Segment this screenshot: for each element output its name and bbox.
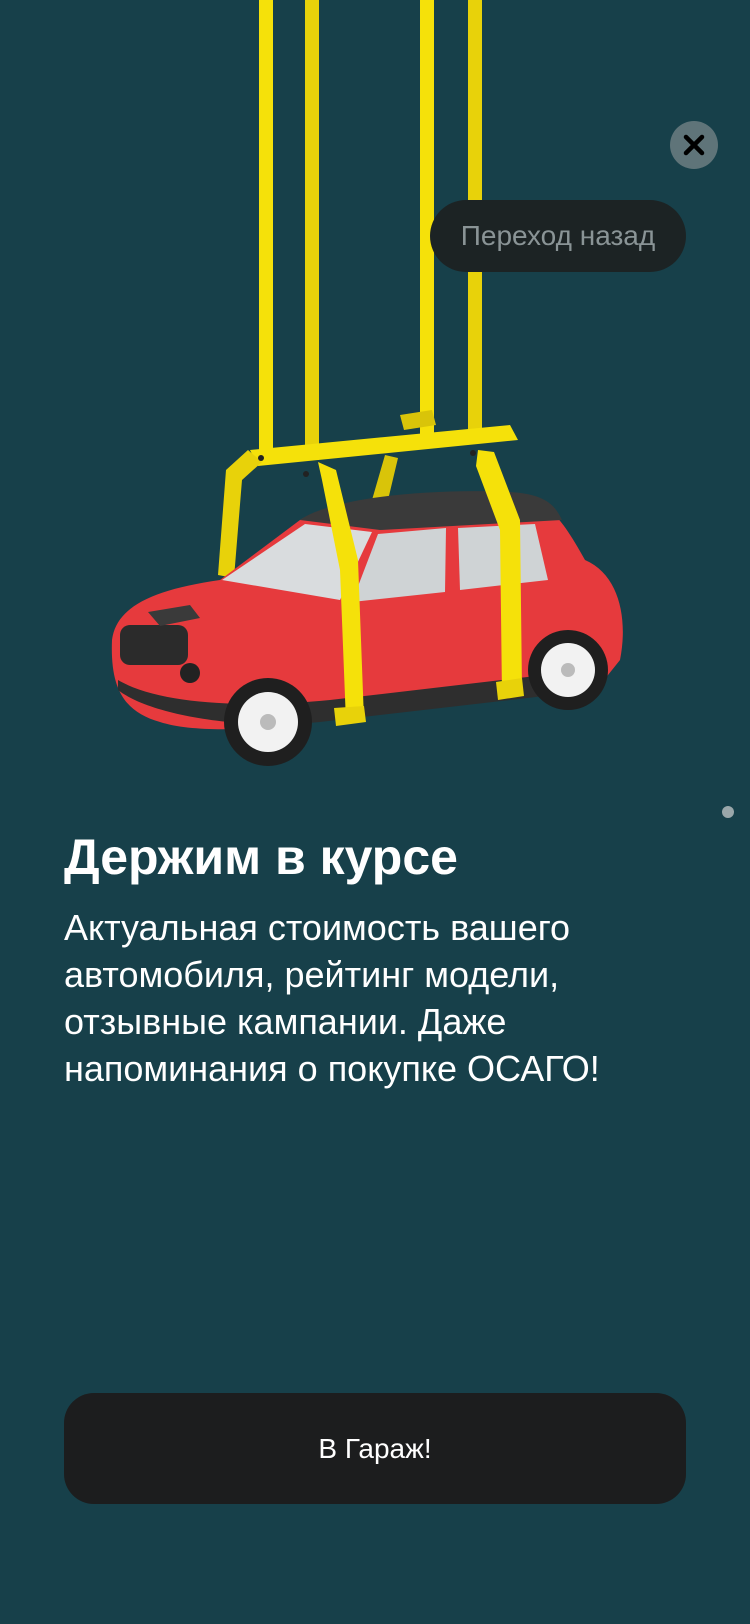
description-line: Актуальная стоимость вашего [64, 907, 571, 948]
back-navigation-label: Переход назад [460, 220, 656, 251]
onboarding-title: Держим в курсе [64, 829, 458, 885]
hero-illustration [0, 0, 750, 780]
car-on-lift-illustration [111, 0, 623, 766]
scroll-indicator [722, 806, 734, 818]
close-icon [683, 134, 705, 156]
onboarding-description: Актуальная стоимость вашего автомобиля, … [64, 904, 704, 1092]
description-line: автомобиля, рейтинг модели, [64, 954, 560, 995]
back-navigation-button[interactable]: Переход назад [430, 200, 686, 272]
go-to-garage-button[interactable]: В Гараж! [64, 1393, 686, 1504]
description-line: отзывные кампании. Даже [64, 1001, 507, 1042]
description-line: напоминания о покупке ОСАГО! [64, 1048, 600, 1089]
go-to-garage-label: В Гараж! [318, 1432, 432, 1464]
close-button[interactable] [670, 121, 718, 169]
